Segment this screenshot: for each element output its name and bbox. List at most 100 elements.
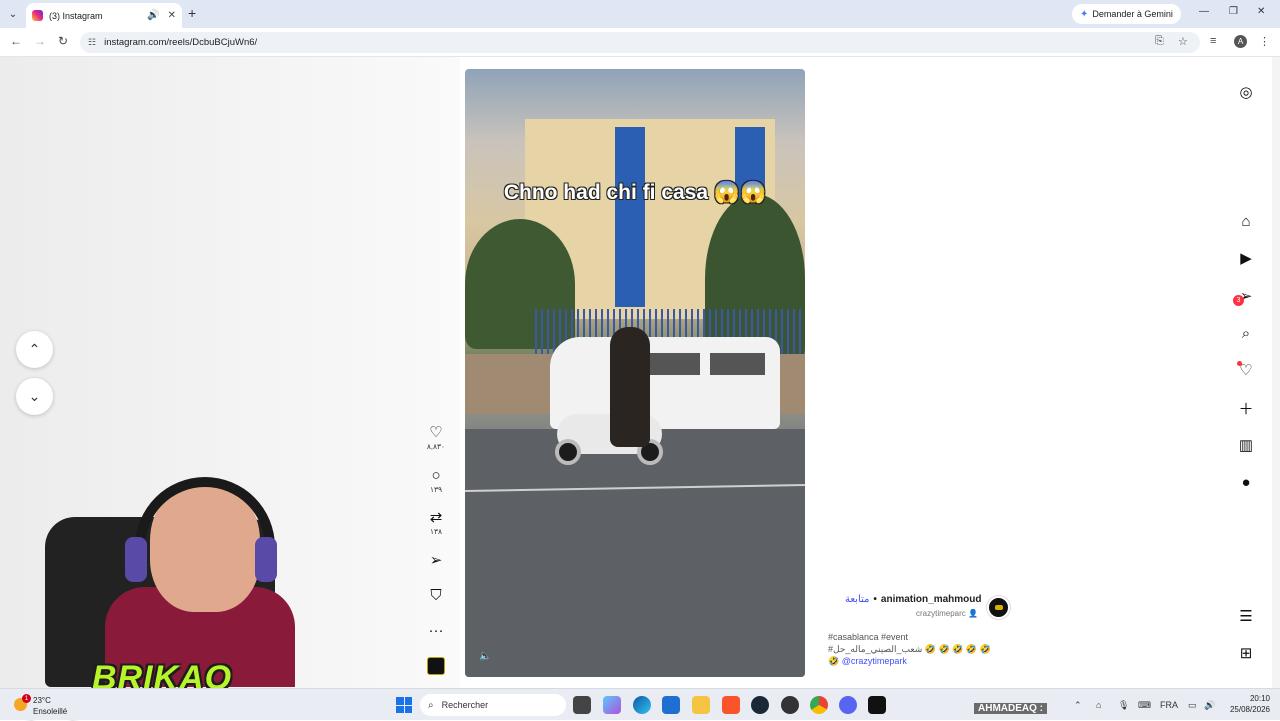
- instagram-page: ⌃ ⌄ Chno had chi fi casa 😱😱 🔈 ♡ ٨,٨٣٠ ○: [0, 57, 1280, 721]
- like-action[interactable]: ♡ ٨,٨٣٠: [424, 424, 448, 451]
- audio-name: crazytimeparc: [916, 609, 966, 618]
- system-clock[interactable]: 20:10 25/08/2026: [1222, 693, 1270, 715]
- comment-icon[interactable]: ○: [424, 467, 448, 485]
- search-magnifier-icon: ⌕: [428, 699, 434, 711]
- reading-list-icon[interactable]: ≡: [1210, 35, 1216, 47]
- obs-icon[interactable]: [781, 696, 799, 714]
- site-info-icon[interactable]: ☷: [88, 37, 96, 48]
- follow-button[interactable]: متابعة: [845, 594, 869, 605]
- save-action[interactable]: ⛉: [424, 587, 448, 605]
- reels-icon[interactable]: ▶: [1236, 248, 1256, 268]
- start-button-icon[interactable]: [396, 697, 412, 713]
- audio-thumbnail[interactable]: [427, 657, 445, 675]
- task-view-icon[interactable]: [573, 696, 591, 714]
- restore-icon[interactable]: ❐: [1229, 6, 1238, 17]
- back-icon[interactable]: ←: [10, 34, 22, 48]
- repost-icon[interactable]: ⇄: [424, 509, 448, 527]
- instagram-favicon-icon: [32, 10, 43, 21]
- language-indicator[interactable]: FRA: [1160, 700, 1178, 710]
- terminal-icon[interactable]: [868, 696, 886, 714]
- person-icon: 👤: [968, 609, 978, 618]
- volume-icon[interactable]: 🔊: [1204, 700, 1215, 711]
- audio-label[interactable]: crazytimeparc 👤: [916, 609, 978, 618]
- clock-date: 25/08/2026: [1229, 705, 1270, 714]
- van-window: [710, 353, 765, 375]
- scooter-wheel: [555, 439, 581, 465]
- menu-kebab-icon[interactable]: ⋮: [1259, 35, 1270, 48]
- author-username[interactable]: animation_mahmoud: [881, 594, 982, 605]
- comment-action[interactable]: ○ ١٣٩: [424, 467, 448, 494]
- heart-icon[interactable]: ♡: [424, 424, 448, 442]
- profile-avatar[interactable]: A: [1234, 35, 1247, 48]
- chrome-icon[interactable]: [810, 696, 828, 714]
- create-icon[interactable]: ＋: [1236, 398, 1256, 418]
- mention-line: 🤣 @crazytimepark: [828, 655, 1028, 667]
- edge-icon[interactable]: [633, 696, 651, 714]
- steam-icon[interactable]: [751, 696, 769, 714]
- gemini-sparkle-icon: ✦: [1080, 8, 1089, 20]
- chevron-down-icon: ⌄: [28, 388, 41, 404]
- tab-strip: ⌄ (3) Instagram 🔊 ✕ + ✦ Demander à Gemin…: [0, 0, 1280, 28]
- mention-prefix: 🤣: [828, 656, 840, 666]
- headset: [135, 477, 275, 547]
- audio-playing-icon[interactable]: 🔊: [147, 10, 159, 21]
- taskbar-search[interactable]: ⌕ Rechercher: [420, 694, 566, 716]
- share-action[interactable]: ➢: [424, 552, 448, 570]
- reload-icon[interactable]: ↻: [58, 34, 68, 48]
- next-reel-button[interactable]: ⌄: [16, 378, 53, 415]
- mention-link[interactable]: @crazytimepark: [842, 656, 907, 666]
- headset-ear: [255, 537, 277, 582]
- instagram-logo-icon[interactable]: ◎: [1236, 82, 1256, 102]
- network-icon[interactable]: ⌂: [1096, 700, 1101, 710]
- store-icon[interactable]: [662, 696, 680, 714]
- send-icon[interactable]: ➢: [424, 552, 448, 570]
- bookmark-icon[interactable]: ⛉: [424, 587, 448, 605]
- search-icon[interactable]: ⌕: [1236, 323, 1256, 343]
- dashboard-icon[interactable]: ▥: [1236, 435, 1256, 455]
- copilot-icon[interactable]: [603, 696, 621, 714]
- reel-description: #casablanca #event #شعب_الصيني_ماله_حل 🤣…: [828, 631, 1028, 667]
- previous-reel-button[interactable]: ⌃: [16, 331, 53, 368]
- author-avatar[interactable]: [987, 596, 1010, 619]
- brave-icon[interactable]: [722, 696, 740, 714]
- video-road: [465, 429, 805, 677]
- file-explorer-icon[interactable]: [692, 696, 710, 714]
- install-app-icon[interactable]: ⎘: [1155, 35, 1164, 48]
- more-action[interactable]: ···: [424, 622, 448, 640]
- page-scrollbar[interactable]: [1272, 57, 1280, 688]
- forward-icon[interactable]: →: [34, 34, 46, 48]
- temperature: 23°C: [33, 696, 51, 705]
- video-pillar: [615, 127, 645, 307]
- close-tab-icon[interactable]: ✕: [168, 10, 176, 21]
- clock-time: 20:10: [1249, 694, 1270, 703]
- tray-chevron-icon[interactable]: ⌃: [1074, 700, 1082, 711]
- profile-icon[interactable]: ●: [1236, 472, 1256, 492]
- minimize-icon[interactable]: —: [1199, 6, 1209, 17]
- gemini-button[interactable]: ✦ Demander à Gemini: [1072, 4, 1181, 24]
- discord-icon[interactable]: [839, 696, 857, 714]
- author-line: متابعة • animation_mahmoud: [845, 594, 981, 605]
- microphone-icon[interactable]: 🎙: [1118, 700, 1129, 711]
- repost-action[interactable]: ⇄ ١٣٨: [424, 509, 448, 536]
- url-text: instagram.com/reels/DcbuBCjuWn6/: [104, 37, 258, 48]
- bookmark-star-icon[interactable]: ☆: [1178, 35, 1188, 48]
- home-icon[interactable]: ⌂: [1236, 211, 1256, 231]
- display-icon[interactable]: ▭: [1188, 700, 1197, 711]
- new-tab-button[interactable]: +: [188, 5, 196, 21]
- address-bar[interactable]: ☷ instagram.com/reels/DcbuBCjuWn6/: [80, 32, 1200, 53]
- headset-ear: [125, 537, 147, 582]
- also-from-meta-icon[interactable]: ⊞: [1236, 643, 1256, 663]
- close-window-icon[interactable]: ✕: [1257, 6, 1265, 17]
- reel-video[interactable]: Chno had chi fi casa 😱😱 🔈: [465, 69, 805, 677]
- streamer-label: AHMADEAQ :: [974, 703, 1047, 714]
- mute-icon[interactable]: 🔈: [479, 651, 491, 662]
- keyboard-icon[interactable]: ⌨: [1138, 700, 1151, 711]
- video-rider: [610, 327, 650, 447]
- tab-search-icon[interactable]: ⌄: [4, 5, 22, 23]
- reposts-count: ١٣٨: [429, 527, 443, 536]
- menu-icon[interactable]: ☰: [1236, 606, 1256, 626]
- more-options-icon[interactable]: ···: [424, 622, 448, 640]
- description-line: #شعب_الصيني_ماله_حل 🤣 🤣 🤣 🤣 🤣: [828, 644, 991, 654]
- tab-instagram[interactable]: (3) Instagram 🔊 ✕: [26, 3, 182, 28]
- comments-count: ١٣٩: [429, 485, 443, 494]
